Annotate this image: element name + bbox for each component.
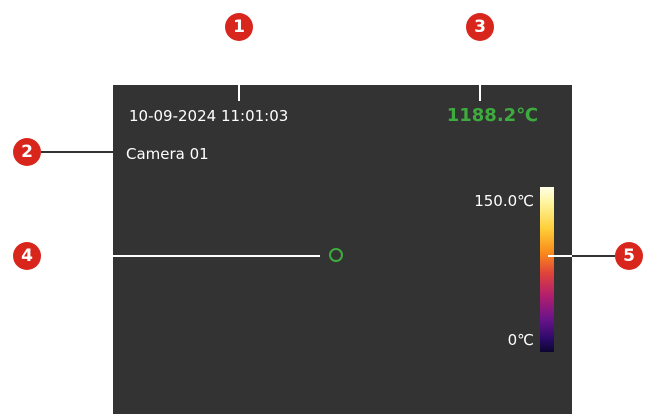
thermal-view-screen: 10-09-2024 11:01:03 Camera 01 1188.2℃ 15…	[113, 85, 572, 414]
thermal-overlay-diagram: 10-09-2024 11:01:03 Camera 01 1188.2℃ 15…	[0, 0, 656, 414]
callout-1: 1	[225, 13, 253, 41]
callout-5: 5	[615, 242, 643, 270]
temperature-color-bar	[540, 187, 554, 352]
scale-min-label: 0℃	[507, 331, 534, 349]
callout-2: 2	[13, 138, 41, 166]
spot-measurement-marker	[329, 248, 343, 262]
max-temperature-readout: 1188.2℃	[446, 105, 538, 126]
datetime-display: 10-09-2024 11:01:03	[129, 107, 289, 125]
callout-3: 3	[466, 13, 494, 41]
callout-4: 4	[13, 242, 41, 270]
camera-name-label: Camera 01	[126, 145, 209, 163]
scale-max-label: 150.0℃	[474, 192, 534, 210]
